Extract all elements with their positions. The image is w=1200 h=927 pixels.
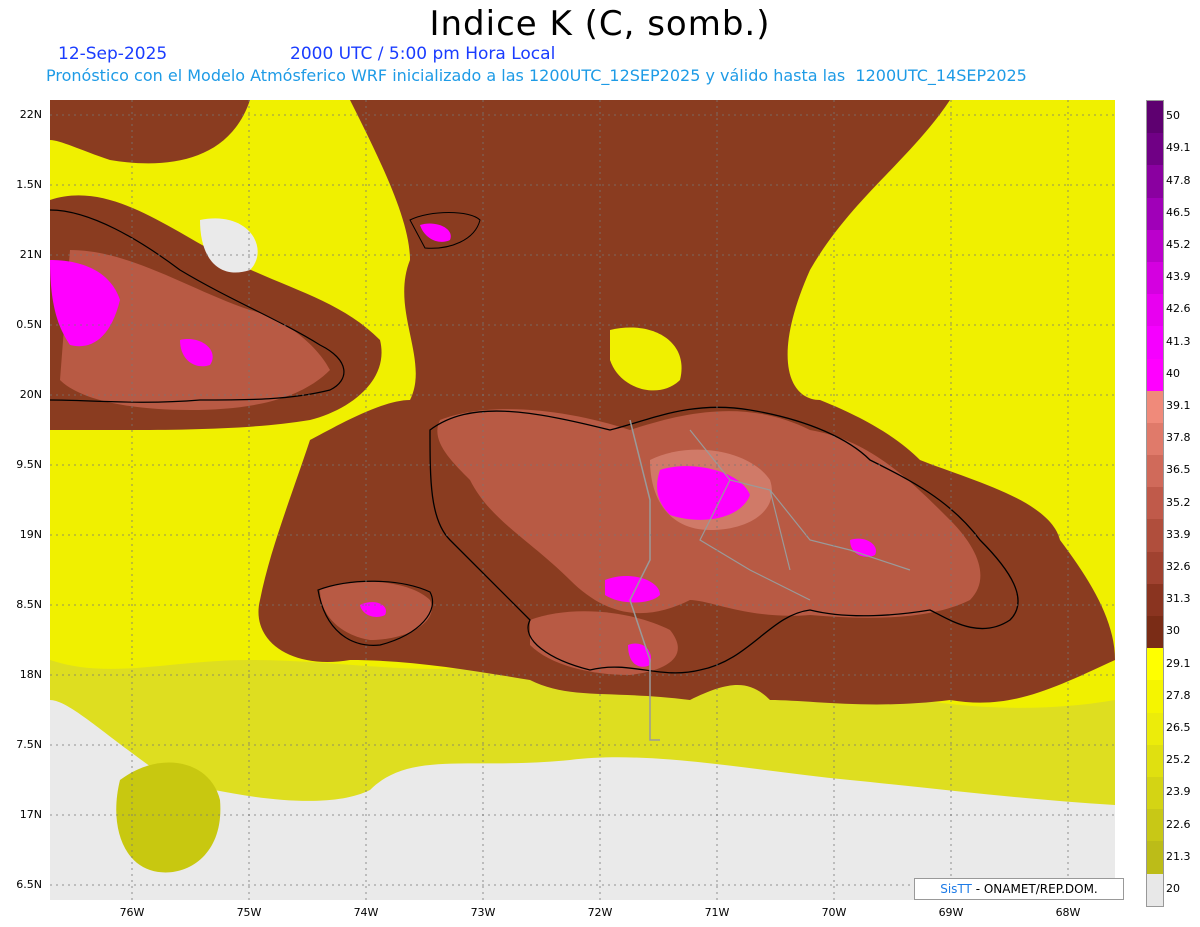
colorbar-segment xyxy=(1147,519,1163,552)
lat-label: 21N xyxy=(19,248,42,261)
lat-label: 8.5N xyxy=(16,598,42,611)
colorbar-label: 31.3 xyxy=(1166,592,1191,606)
colorbar xyxy=(1146,100,1164,907)
lon-label: 69W xyxy=(938,906,964,919)
colorbar-segment xyxy=(1147,551,1163,584)
colorbar-label: 22.6 xyxy=(1166,817,1191,831)
colorbar-segment xyxy=(1147,648,1163,681)
colorbar-label: 37.8 xyxy=(1166,431,1191,445)
colorbar-label: 42.6 xyxy=(1166,302,1191,316)
colorbar-label: 50 xyxy=(1166,109,1180,123)
lon-label: 70W xyxy=(821,906,847,919)
map-title: Indice K (C, somb.) xyxy=(429,4,771,44)
colorbar-label: 47.8 xyxy=(1166,173,1191,187)
colorbar-label: 35.2 xyxy=(1166,495,1191,509)
colorbar-segment xyxy=(1147,455,1163,488)
colorbar-segment xyxy=(1147,583,1163,616)
colorbar-label: 23.9 xyxy=(1166,785,1191,799)
lat-label: 9.5N xyxy=(16,458,42,471)
colorbar-segment xyxy=(1147,101,1163,134)
colorbar-segment xyxy=(1147,165,1163,198)
colorbar-label: 21.3 xyxy=(1166,849,1191,863)
colorbar-label: 20 xyxy=(1166,881,1180,895)
lat-label: 17N xyxy=(19,808,42,821)
lon-label: 75W xyxy=(236,906,262,919)
colorbar-label: 40 xyxy=(1166,366,1180,380)
colorbar-segment xyxy=(1147,776,1163,810)
lon-label: 73W xyxy=(470,906,496,919)
lat-label: 20N xyxy=(19,388,42,401)
valid-time: 2000 UTC / 5:00 pm Hora Local xyxy=(290,44,556,64)
colorbar-label: 39.1 xyxy=(1166,398,1191,412)
colorbar-label: 45.2 xyxy=(1166,237,1191,251)
colorbar-label: 32.6 xyxy=(1166,559,1191,573)
lat-label: 7.5N xyxy=(16,738,42,751)
forecast-description: Pronóstico con el Modelo Atmósferico WRF… xyxy=(46,66,1027,85)
lat-label: 6.5N xyxy=(16,878,42,891)
colorbar-segment xyxy=(1147,712,1163,745)
lat-label: 22N xyxy=(19,108,42,121)
colorbar-segment xyxy=(1147,841,1163,874)
colorbar-label: 41.3 xyxy=(1166,334,1191,348)
lon-label: 68W xyxy=(1055,906,1081,919)
colorbar-segment xyxy=(1147,744,1163,777)
colorbar-segment xyxy=(1147,261,1163,295)
colorbar-label: 33.9 xyxy=(1166,527,1191,541)
colorbar-segment xyxy=(1147,680,1163,713)
colorbar-segment xyxy=(1147,422,1163,456)
colorbar-segment xyxy=(1147,326,1163,359)
lon-label: 74W xyxy=(353,906,379,919)
colorbar-segment xyxy=(1147,133,1163,166)
colorbar-segment xyxy=(1147,616,1163,649)
lon-label: 72W xyxy=(587,906,613,919)
colorbar-segment xyxy=(1147,229,1163,262)
colorbar-label: 30 xyxy=(1166,624,1180,638)
colorbar-segment xyxy=(1147,873,1163,906)
colorbar-label: 25.2 xyxy=(1166,753,1191,767)
colorbar-segment xyxy=(1147,390,1163,423)
colorbar-segment xyxy=(1147,294,1163,327)
colorbar-segment xyxy=(1147,197,1163,230)
colorbar-segment xyxy=(1147,487,1163,520)
colorbar-label: 27.8 xyxy=(1166,688,1191,702)
k-index-map xyxy=(50,100,1115,900)
lon-label: 71W xyxy=(704,906,730,919)
valid-date: 12-Sep-2025 xyxy=(58,44,168,64)
lon-label: 76W xyxy=(119,906,145,919)
lat-label: 18N xyxy=(19,668,42,681)
colorbar-segment xyxy=(1147,809,1163,842)
lat-label: 1.5N xyxy=(16,178,42,191)
lat-label: 0.5N xyxy=(16,318,42,331)
sistt-logo: SisTT xyxy=(940,882,972,896)
lat-label: 19N xyxy=(19,528,42,541)
colorbar-label: 43.9 xyxy=(1166,270,1191,284)
colorbar-label: 29.1 xyxy=(1166,656,1191,670)
map-canvas xyxy=(50,100,1115,900)
colorbar-label: 49.1 xyxy=(1166,141,1191,155)
colorbar-label: 46.5 xyxy=(1166,205,1191,219)
credit-box: SisTT - ONAMET/REP.DOM. xyxy=(914,878,1124,900)
colorbar-segment xyxy=(1147,358,1163,391)
colorbar-label: 26.5 xyxy=(1166,720,1191,734)
colorbar-label: 36.5 xyxy=(1166,463,1191,477)
credit-org: - ONAMET/REP.DOM. xyxy=(971,882,1098,896)
